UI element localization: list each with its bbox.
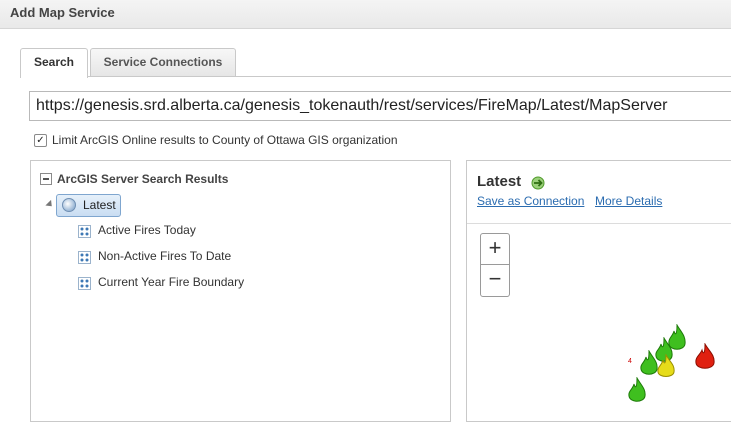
collapse-icon[interactable] xyxy=(40,173,52,185)
fire-yellow-icon xyxy=(657,354,675,377)
layer-label: Current Year Fire Boundary xyxy=(98,275,245,289)
tab-divider xyxy=(20,76,731,77)
map-label: 4 xyxy=(628,358,632,365)
preview-title: Latest xyxy=(477,173,522,190)
layer-icon xyxy=(78,251,91,264)
fire-red-icon xyxy=(695,343,715,369)
service-node-label: Latest xyxy=(83,198,116,212)
dialog-title: Add Map Service xyxy=(10,5,115,20)
globe-icon xyxy=(62,198,76,212)
limit-results-checkbox[interactable]: ✓ xyxy=(34,134,47,147)
more-details-link[interactable]: More Details xyxy=(595,194,662,208)
layer-label: Active Fires Today xyxy=(98,223,196,237)
preview-header: Latest Save as Connection More Details xyxy=(467,161,731,224)
search-results-panel: ArcGIS Server Search Results Latest Acti… xyxy=(30,160,451,422)
save-as-connection-link[interactable]: Save as Connection xyxy=(477,194,584,208)
connect-arrow-icon[interactable] xyxy=(530,175,546,191)
dialog-titlebar: Add Map Service xyxy=(0,0,731,29)
results-root-label: ArcGIS Server Search Results xyxy=(57,172,229,186)
layer-icon xyxy=(78,225,91,238)
fire-green-icon xyxy=(628,377,646,402)
layer-icon xyxy=(78,277,91,290)
service-url-input[interactable] xyxy=(29,91,731,121)
service-node-latest[interactable]: Latest xyxy=(56,194,121,217)
expand-triangle-icon[interactable] xyxy=(45,199,55,210)
map-preview[interactable]: 4 xyxy=(467,224,731,424)
tab-search[interactable]: Search xyxy=(20,48,88,78)
tab-service-connections[interactable]: Service Connections xyxy=(90,48,236,76)
layer-label: Non-Active Fires To Date xyxy=(98,249,232,263)
limit-results-label: Limit ArcGIS Online results to County of… xyxy=(52,133,398,147)
service-preview-panel: Latest Save as Connection More Details +… xyxy=(466,160,731,422)
